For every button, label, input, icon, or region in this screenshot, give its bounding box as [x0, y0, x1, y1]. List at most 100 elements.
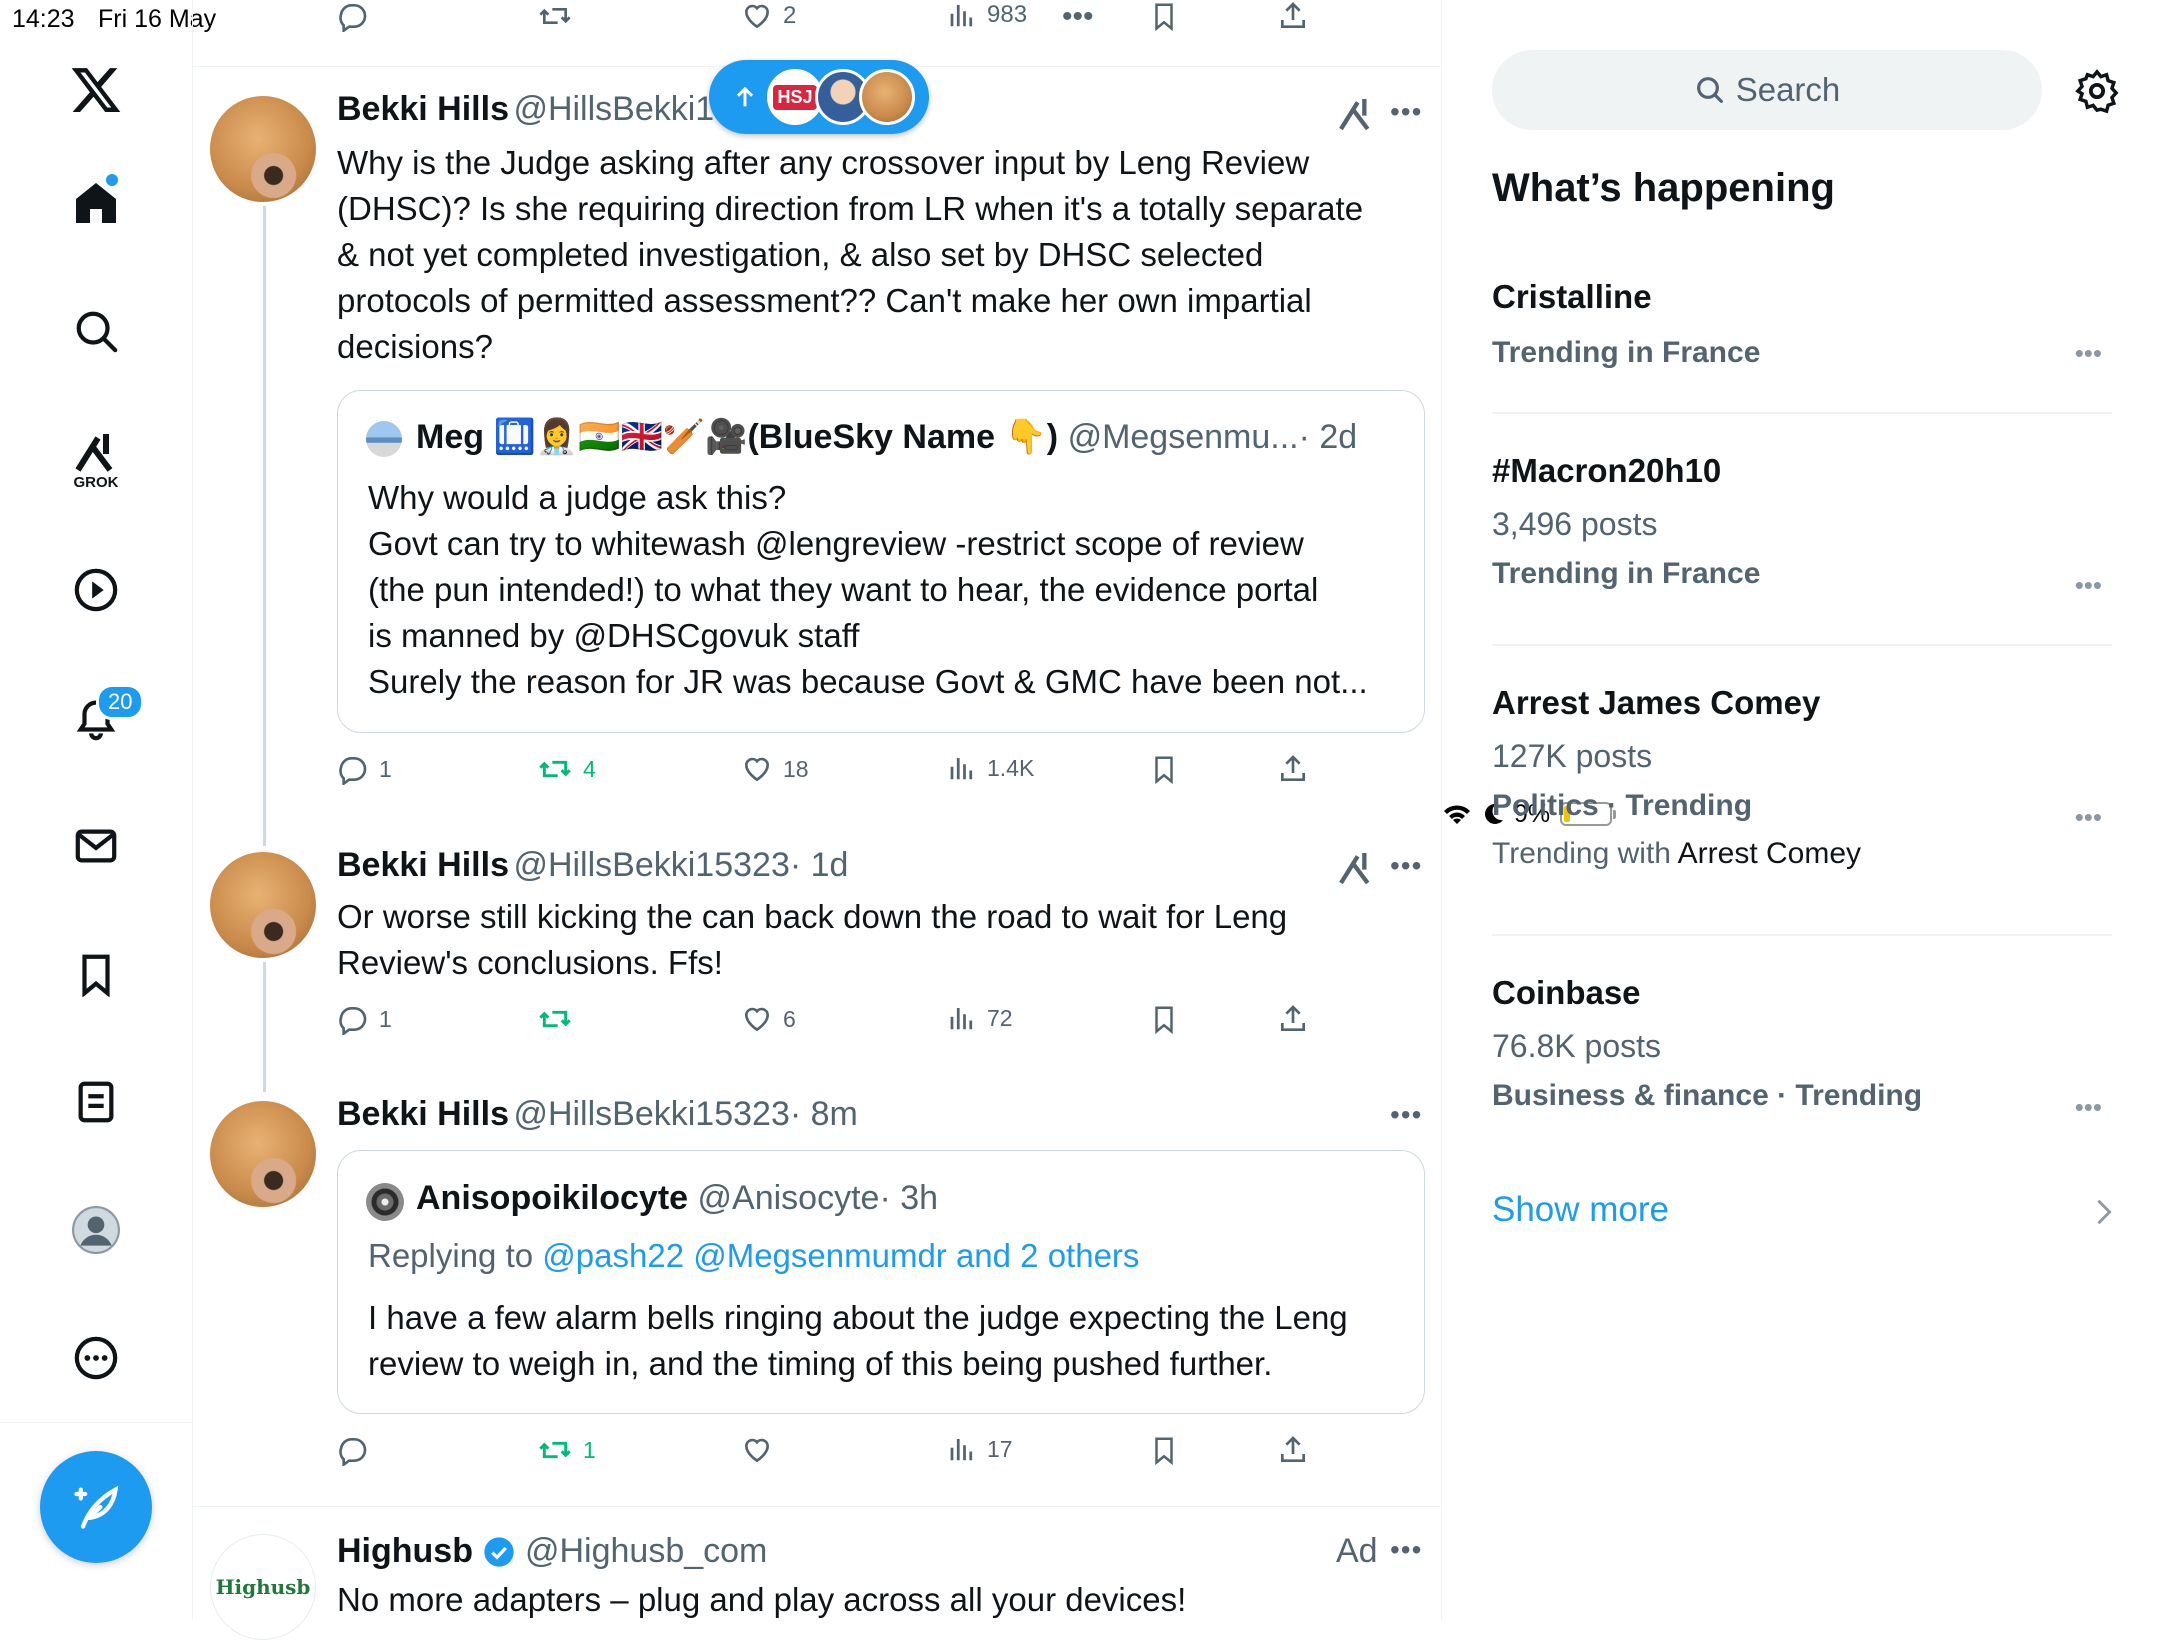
like-button[interactable]: 2 [741, 0, 796, 32]
trend-more-icon[interactable]: ••• [2075, 338, 2102, 369]
quote-text-line: Govt can try to whitewash @lengreview -r… [368, 525, 1304, 562]
views-button[interactable]: 1.4K [947, 753, 1034, 783]
author-handle[interactable]: @HillsBekki1 [513, 90, 714, 128]
author-name[interactable]: Bekki Hills [337, 1095, 509, 1133]
quoted-tweet[interactable]: Anisopoikilocyte @Anisocyte· 3h Replying… [337, 1150, 1425, 1414]
profile-avatar-icon[interactable] [56, 1190, 136, 1270]
video-icon[interactable] [56, 550, 136, 630]
search-input[interactable]: Search [1492, 50, 2042, 130]
trend-divider [1492, 644, 2112, 646]
ad-avatar-text: Highusb [215, 1575, 311, 1599]
views-button[interactable]: 17 [947, 1434, 1013, 1464]
author-handle[interactable]: @HillsBekki15323 [513, 846, 789, 884]
trend-more-icon[interactable]: ••• [2075, 570, 2102, 601]
avatar[interactable] [210, 96, 316, 202]
ad-avatar[interactable]: Highusb [210, 1534, 316, 1640]
repost-button[interactable] [537, 1003, 573, 1035]
trend-with-term[interactable]: Arrest Comey [1678, 837, 1861, 870]
avatar[interactable] [210, 852, 316, 958]
reply-button[interactable]: 1 [337, 753, 392, 785]
bookmark-button[interactable] [1149, 1003, 1179, 1035]
trend-posts: 127K posts [1492, 738, 1653, 774]
previous-tweet-actions: 2 983 ••• [337, 0, 1337, 40]
more-options-icon[interactable] [56, 1318, 136, 1398]
tweet-more-icon[interactable]: ••• [1390, 1534, 1422, 1566]
bookmark-icon [1155, 3, 1173, 32]
reply-button[interactable] [337, 0, 369, 32]
author-handle[interactable]: @HillsBekki15323 [513, 1095, 789, 1133]
quote-avatar [366, 421, 402, 457]
repost-icon [539, 1010, 571, 1028]
ad-label: Ad [1336, 1532, 1378, 1570]
quote-header: Meg 🛄👩‍⚕️🇮🇳🇬🇧🏏🎥(BlueSky Name 👇) @Megsenm… [416, 417, 1357, 457]
search-nav-icon[interactable] [56, 291, 136, 371]
more-icon[interactable]: ••• [1062, 0, 1094, 34]
gear-icon[interactable] [2074, 68, 2120, 114]
repost-button[interactable]: 4 [537, 753, 596, 785]
bookmark-button[interactable] [1149, 0, 1179, 32]
share-button[interactable] [1277, 753, 1309, 785]
reply-icon [339, 1437, 367, 1466]
tweet-time[interactable]: · 8m [790, 1095, 858, 1133]
tweet-header: Bekki Hills @HillsBekki15323· 8m [337, 1095, 858, 1134]
trend-item[interactable]: #Macron20h10 3,496 posts Trending in Fra… [1492, 452, 2112, 600]
reply-button[interactable]: 1 [337, 1003, 392, 1035]
repost-count: 4 [583, 755, 596, 782]
bekki-avatar [859, 69, 915, 125]
tweet-more-icon[interactable]: ••• [1390, 1099, 1422, 1131]
tweet-more-icon[interactable]: ••• [1390, 850, 1422, 882]
chevron-right-icon[interactable] [2094, 1198, 2114, 1226]
author-name[interactable]: Highusb [337, 1532, 473, 1571]
share-button[interactable] [1277, 1434, 1309, 1466]
replying-to: Replying to @pash22 @Megsenmumdr and 2 o… [368, 1237, 1139, 1275]
messages-icon[interactable] [56, 806, 136, 886]
trend-name: Arrest James Comey [1492, 684, 1821, 721]
trend-more-icon[interactable]: ••• [2075, 1092, 2102, 1123]
home-icon[interactable] [56, 163, 136, 243]
views-button[interactable]: 72 [947, 1003, 1013, 1033]
share-button[interactable] [1277, 0, 1309, 32]
bookmark-button[interactable] [1149, 1434, 1179, 1466]
view-count: 72 [987, 1004, 1013, 1031]
author-name[interactable]: Bekki Hills [337, 90, 509, 128]
repost-button[interactable]: 1 [537, 1434, 596, 1466]
feather-plus-icon [74, 1485, 119, 1529]
tweet-time[interactable]: · 1d [790, 846, 849, 884]
lists-icon[interactable] [56, 1062, 136, 1142]
grok-small-icon[interactable] [1336, 848, 1376, 888]
quoted-tweet[interactable]: Meg 🛄👩‍⚕️🇮🇳🇬🇧🏏🎥(BlueSky Name 👇) @Megsenm… [337, 390, 1425, 733]
like-button[interactable]: 6 [741, 1003, 796, 1035]
like-count: 2 [783, 2, 797, 29]
tweet-actions: 1 4 18 1.4K [337, 753, 1337, 793]
compose-post-button[interactable] [40, 1451, 152, 1563]
trend-item[interactable]: Cristalline Trending in France ••• [1492, 278, 2112, 370]
like-button[interactable]: 18 [741, 753, 809, 785]
trend-item[interactable]: Coinbase 76.8K posts Business & finance … [1492, 974, 2112, 1122]
replying-to-users[interactable]: @pash22 @Megsenmumdr and 2 others [542, 1237, 1139, 1274]
new-posts-pill[interactable]: HSJ [709, 60, 929, 134]
replying-prefix: Replying to [368, 1237, 534, 1274]
grok-small-icon[interactable] [1336, 94, 1376, 134]
grok-icon[interactable]: GROK [56, 420, 136, 500]
trend-item[interactable]: Arrest James Comey 127K posts Politics ·… [1492, 684, 2112, 871]
feed-divider [193, 1506, 1442, 1507]
quote-avatar [366, 1183, 404, 1221]
repost-button[interactable] [537, 0, 573, 32]
share-button[interactable] [1277, 1003, 1309, 1035]
arrow-up-icon [736, 86, 754, 107]
tweet-text-line: protocols of permitted assessment?? Can'… [337, 282, 1312, 319]
reply-button[interactable] [337, 1434, 369, 1466]
trend-more-icon[interactable]: ••• [2075, 802, 2102, 833]
views-button[interactable]: 983 [947, 0, 1027, 30]
author-name[interactable]: Bekki Hills [337, 846, 509, 884]
bookmarks-icon[interactable] [56, 934, 136, 1014]
bookmark-button[interactable] [1149, 753, 1179, 785]
home-notification-dot [106, 174, 118, 186]
tweet-more-icon[interactable]: ••• [1390, 96, 1422, 128]
like-button[interactable] [741, 1434, 773, 1466]
show-more-link[interactable]: Show more [1492, 1190, 1669, 1230]
trend-context: Politics · Trending [1492, 789, 1753, 822]
x-logo-icon[interactable] [56, 50, 136, 130]
avatar[interactable] [210, 1101, 316, 1207]
author-handle[interactable]: @Highusb_com [525, 1532, 767, 1571]
